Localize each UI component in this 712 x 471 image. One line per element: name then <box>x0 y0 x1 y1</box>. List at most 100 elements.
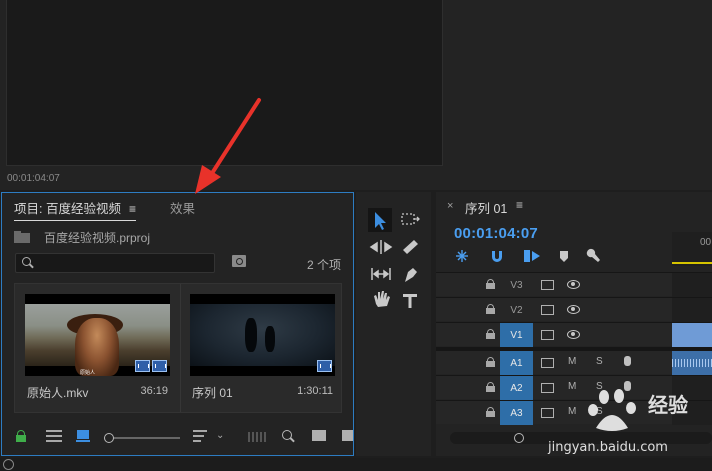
video-clip[interactable] <box>672 323 712 347</box>
grid-divider <box>180 284 181 412</box>
timeline-tools <box>456 248 600 262</box>
tools-panel <box>356 192 431 456</box>
lock-icon[interactable] <box>16 430 26 442</box>
sequence-thumbnail[interactable] <box>190 294 335 376</box>
slider-knob[interactable] <box>104 433 114 443</box>
track-label[interactable]: A3 <box>500 401 533 425</box>
audio-badge-icon <box>152 360 167 372</box>
work-area-bar[interactable] <box>672 262 712 264</box>
project-toolbar: ⌄ <box>2 425 353 451</box>
new-search-bin-icon[interactable] <box>232 255 246 267</box>
lock-icon[interactable] <box>486 329 495 339</box>
track-area[interactable] <box>672 273 712 297</box>
add-marker-icon <box>560 251 568 262</box>
track-label[interactable]: V2 <box>500 298 533 322</box>
project-file-path: 百度经验视频.prproj <box>14 229 150 245</box>
tab-project-label: 项目: 百度经验视频 <box>14 202 121 216</box>
track-label[interactable]: A2 <box>500 376 533 400</box>
track-area[interactable] <box>672 298 712 322</box>
eye-icon[interactable] <box>567 280 580 289</box>
microphone-icon[interactable] <box>624 356 631 366</box>
folder-icon <box>14 231 30 243</box>
search-icon <box>22 257 31 266</box>
track-v1[interactable]: V1 <box>436 322 712 347</box>
playhead-timecode[interactable]: 00:01:04:07 <box>454 225 538 242</box>
audio-clip[interactable] <box>672 351 712 375</box>
track-v2[interactable]: V2 <box>436 297 712 322</box>
lock-icon[interactable] <box>486 382 495 392</box>
linked-selection-icon <box>524 250 540 262</box>
status-icon[interactable] <box>3 459 14 470</box>
frame-subtitle: 原始人 <box>80 370 96 376</box>
watermark: 经验 jingyan.baidu.com <box>548 384 708 464</box>
program-monitor-area <box>455 0 712 190</box>
tab-project[interactable]: 项目: 百度经验视频 ≡ <box>14 198 136 221</box>
ruler-label: 00 <box>700 237 712 248</box>
track-v3[interactable]: V3 <box>436 272 712 297</box>
automate-to-sequence-icon[interactable] <box>248 432 266 442</box>
clip-duration: 36:19 <box>140 385 168 397</box>
close-icon[interactable]: × <box>447 200 453 212</box>
razor-tool-icon <box>403 240 418 254</box>
search-input[interactable] <box>38 256 208 270</box>
lock-icon[interactable] <box>486 279 495 289</box>
project-tabs: 项目: 百度经验视频 ≡ 效果 <box>2 193 353 221</box>
chevron-down-icon[interactable]: ⌄ <box>216 430 224 441</box>
time-ruler[interactable]: 00 <box>672 232 712 266</box>
source-monitor-screen[interactable] <box>6 0 443 166</box>
panel-menu-icon[interactable]: ≡ <box>516 198 523 212</box>
project-item-clip[interactable]: 原始人 原始人.mkv 36:19 <box>25 294 170 409</box>
lock-icon[interactable] <box>486 304 495 314</box>
thumbnail-zoom-slider[interactable] <box>104 433 180 443</box>
eye-icon[interactable] <box>567 305 580 314</box>
clip-thumbnail[interactable]: 原始人 <box>25 294 170 376</box>
lock-icon[interactable] <box>486 407 495 417</box>
type-tool-icon <box>403 294 417 308</box>
new-bin-icon[interactable] <box>312 430 326 441</box>
watermark-brand: 经验 <box>648 393 688 417</box>
project-items-grid: 原始人 原始人.mkv 36:19 序列 01 1:30:11 <box>14 283 342 413</box>
eye-icon[interactable] <box>567 330 580 339</box>
sequence-frame <box>190 304 335 366</box>
character-figure <box>75 318 119 376</box>
new-item-icon[interactable] <box>342 430 353 441</box>
scrollbar-handle[interactable] <box>514 433 524 443</box>
sort-icon[interactable] <box>193 430 207 442</box>
lock-icon[interactable] <box>486 357 495 367</box>
ripple-edit-tool-icon <box>369 240 393 254</box>
find-icon[interactable] <box>282 430 292 440</box>
wrench-icon <box>586 248 600 262</box>
mute-button[interactable]: M <box>568 356 576 367</box>
sync-lock-icon[interactable] <box>541 305 554 315</box>
list-view-icon[interactable] <box>46 430 62 442</box>
item-count: 2 个项 <box>307 258 342 272</box>
nest-toggle-icon <box>456 250 468 262</box>
clip-frame: 原始人 <box>25 304 170 376</box>
silhouette <box>265 326 275 352</box>
snap-icon <box>492 251 502 262</box>
panel-menu-icon[interactable]: ≡ <box>129 202 136 216</box>
pen-tool-icon <box>405 268 417 282</box>
source-timecode[interactable]: 00:01:04:07 <box>7 173 60 184</box>
icon-view-icon[interactable] <box>76 430 90 442</box>
source-monitor: 00:01:04:07 <box>0 0 712 190</box>
sync-lock-icon[interactable] <box>541 280 554 290</box>
hand-tool-icon <box>374 291 390 307</box>
track-label[interactable]: V1 <box>500 323 533 347</box>
sync-lock-icon[interactable] <box>541 358 554 368</box>
track-label[interactable]: V3 <box>500 273 533 297</box>
search-field[interactable] <box>15 253 215 273</box>
tab-effects[interactable]: 效果 <box>170 198 195 217</box>
project-item-sequence[interactable]: 序列 01 1:30:11 <box>190 294 335 409</box>
track-a1[interactable]: A1 M S <box>436 350 712 375</box>
clip-name[interactable]: 原始人.mkv <box>27 384 88 401</box>
sequence-name[interactable]: 序列 01 <box>192 384 233 401</box>
solo-button[interactable]: S <box>596 356 603 367</box>
track-label[interactable]: A1 <box>500 351 533 375</box>
silhouette <box>245 318 257 352</box>
sequence-duration: 1:30:11 <box>297 385 333 397</box>
sequence-tab[interactable]: 序列 01 <box>465 198 507 217</box>
sequence-badge-icon <box>317 360 332 372</box>
project-file-name: 百度经验视频.prproj <box>44 230 151 245</box>
sync-lock-icon[interactable] <box>541 330 554 340</box>
